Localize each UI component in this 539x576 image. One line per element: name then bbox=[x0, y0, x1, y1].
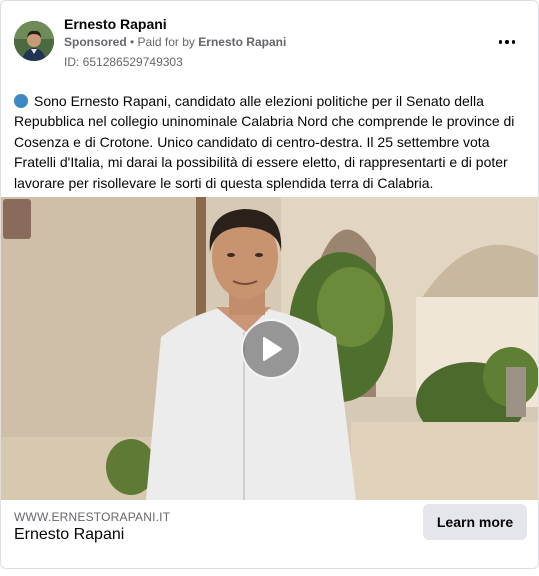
play-button[interactable] bbox=[241, 319, 301, 379]
post-text: Sono Ernesto Rapani, candidato alle elez… bbox=[14, 91, 530, 193]
link-footer[interactable]: WWW.ERNESTORAPANI.IT Ernesto Rapani Lear… bbox=[1, 500, 538, 568]
more-horizontal-icon-dot bbox=[505, 40, 509, 44]
blue-circle-icon bbox=[14, 94, 28, 108]
learn-more-button[interactable]: Learn more bbox=[423, 504, 527, 540]
separator-dot: • bbox=[126, 35, 138, 49]
ad-card: Ernesto Rapani Sponsored • Paid for by E… bbox=[0, 0, 539, 569]
advertiser-avatar[interactable] bbox=[14, 21, 54, 61]
link-title[interactable]: Ernesto Rapani bbox=[14, 526, 124, 544]
sponsored-label: Sponsored bbox=[64, 35, 127, 49]
ad-id: ID: 651286529749303 bbox=[64, 55, 183, 69]
more-horizontal-icon-dot bbox=[511, 40, 516, 44]
link-url[interactable]: WWW.ERNESTORAPANI.IT bbox=[14, 510, 170, 524]
sponsor-line: Sponsored • Paid for by Ernesto Rapani bbox=[64, 35, 286, 49]
advertiser-name[interactable]: Ernesto Rapani bbox=[64, 16, 167, 32]
paid-for-by-label: Paid for by bbox=[137, 35, 195, 49]
play-icon bbox=[263, 337, 282, 361]
more-horizontal-icon bbox=[498, 40, 503, 44]
paid-for-by-name[interactable]: Ernesto Rapani bbox=[198, 35, 286, 49]
more-options-button[interactable] bbox=[491, 31, 523, 53]
post-body: Sono Ernesto Rapani, candidato alle elez… bbox=[14, 93, 515, 191]
